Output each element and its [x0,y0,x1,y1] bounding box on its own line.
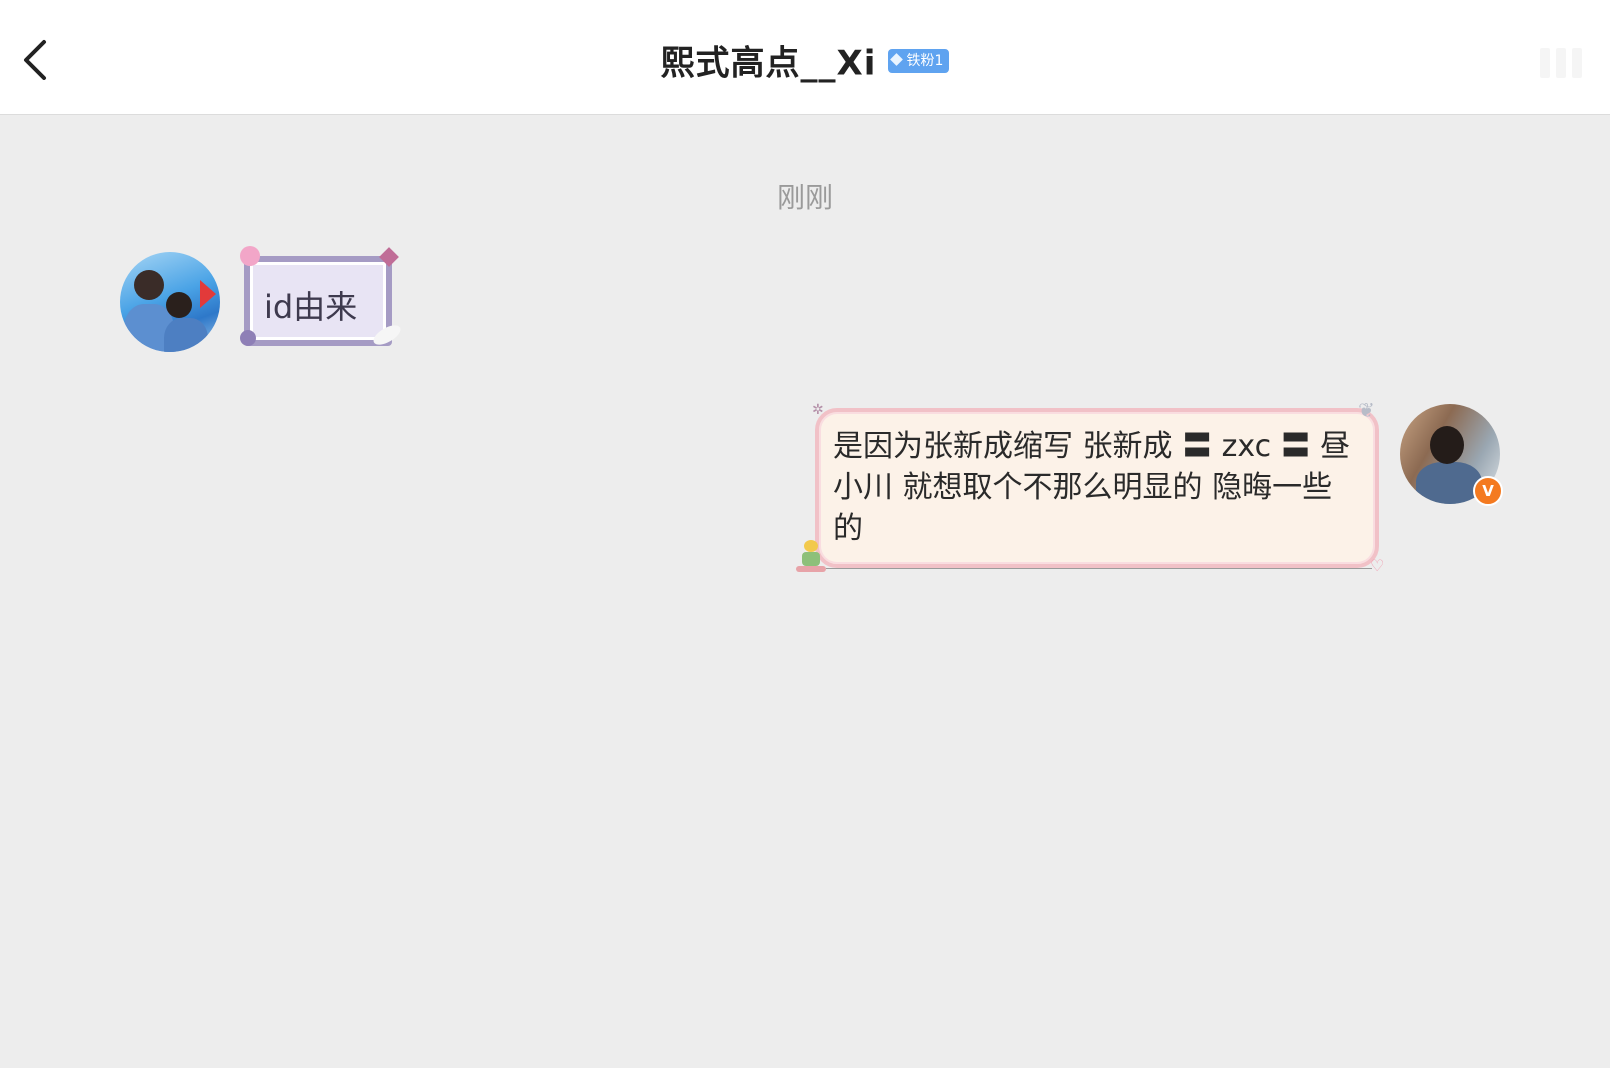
butterfly-decoration-icon: ❦ [1358,398,1375,422]
fan-badge-label: 铁粉1 [906,52,944,69]
message-bubble-outgoing[interactable]: 是因为张新成缩写 张新成 〓 zxc 〓 昼小川 就想取个不那么明显的 隐晦一些… [815,408,1379,568]
message-text: id由来 [264,288,358,326]
diamond-icon [889,52,903,66]
bubble-underline-decoration [826,568,1372,569]
message-text: 是因为张新成缩写 张新成 〓 zxc 〓 昼小川 就想取个不那么明显的 隐晦一些… [833,429,1351,546]
message-bubble-incoming[interactable]: id由来 [244,256,392,346]
message-timestamp: 刚刚 [776,181,833,214]
chat-header: 熙式高点__Xi 铁粉1 [0,0,1610,115]
flower-decoration-icon [240,246,260,266]
flower-decoration-icon [240,330,256,346]
verified-badge-icon: V [1473,476,1503,506]
sender-avatar[interactable] [120,252,220,352]
star-decoration-icon: ✲ [812,402,824,418]
more-icon [1540,48,1550,78]
chat-title: 熙式高点__Xi [660,43,877,84]
heart-decoration-icon: ♡ [1370,556,1385,575]
fan-level-badge: 铁粉1 [887,48,950,73]
header-title-area: 熙式高点__Xi 铁粉1 [0,38,1610,88]
more-button[interactable] [1540,48,1596,84]
little-prince-decoration-icon [796,540,826,574]
